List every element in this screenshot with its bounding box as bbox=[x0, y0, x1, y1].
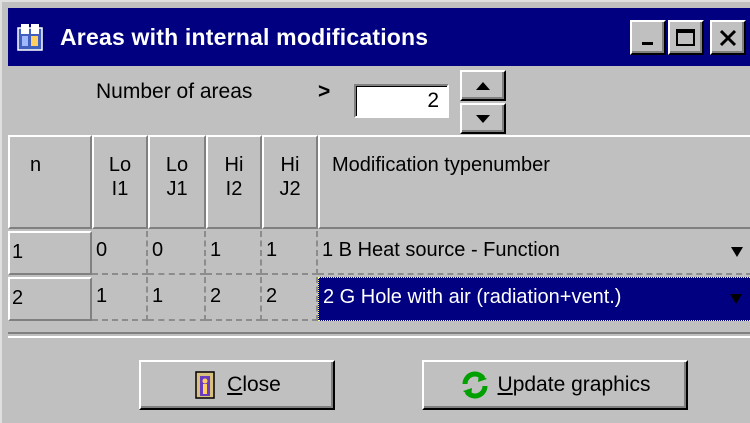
close-button-label: Close bbox=[227, 373, 281, 397]
arrow-down-icon bbox=[476, 114, 490, 123]
header-modification-type-label: Modification typenumber bbox=[332, 154, 550, 176]
row-2-type-combo[interactable]: 2 G Hole with air (radiation+vent.) bbox=[318, 277, 750, 321]
row-1-type-combo[interactable]: 1 B Heat source - Function bbox=[318, 231, 750, 275]
spin-down-button[interactable] bbox=[460, 103, 506, 134]
row-1-n[interactable]: 1 bbox=[8, 231, 92, 275]
area-count-input[interactable]: 2 bbox=[354, 84, 449, 118]
exit-door-icon bbox=[193, 370, 219, 400]
header-lo-i1: Lo I1 bbox=[92, 135, 148, 229]
row-2-lo-i1[interactable]: 1 bbox=[92, 277, 148, 321]
minimize-button[interactable] bbox=[630, 20, 666, 55]
dropdown-arrow-icon[interactable] bbox=[730, 246, 744, 258]
areas-table: n Lo I1 Lo J1 Hi I2 Hi J2 Modification t… bbox=[8, 135, 750, 325]
dropdown-arrow-icon[interactable] bbox=[729, 293, 743, 305]
close-button[interactable]: Close bbox=[139, 360, 335, 410]
header-lo-i1-line2: I1 bbox=[111, 178, 129, 200]
arrow-up-icon bbox=[476, 81, 490, 90]
spin-up-button[interactable] bbox=[460, 70, 506, 101]
row-2-lo-j1[interactable]: 1 bbox=[148, 277, 206, 321]
header-lo-i1-line1: Lo bbox=[108, 154, 132, 176]
maximize-button[interactable] bbox=[668, 20, 704, 55]
header-hi-j2: Hi J2 bbox=[262, 135, 318, 229]
header-hi-j2-line1: Hi bbox=[280, 154, 300, 176]
row-1-hi-i2[interactable]: 1 bbox=[206, 231, 262, 275]
update-rest: pdate graphics bbox=[512, 373, 651, 396]
close-rest: lose bbox=[242, 373, 281, 396]
header-modification-type: Modification typenumber bbox=[318, 135, 750, 229]
separator bbox=[8, 332, 750, 338]
row-2-n[interactable]: 2 bbox=[8, 277, 92, 321]
header-lo-j1-line1: Lo bbox=[165, 154, 189, 176]
window-title: Areas with internal modifications bbox=[60, 23, 429, 50]
header-hi-i2-line2: I2 bbox=[225, 178, 243, 200]
header-hi-i2: Hi I2 bbox=[206, 135, 262, 229]
update-button-label: Update graphics bbox=[498, 373, 651, 397]
row-2-type-value: 2 G Hole with air (radiation+vent.) bbox=[323, 286, 622, 308]
row-2-hi-j2[interactable]: 2 bbox=[262, 277, 318, 321]
refresh-icon bbox=[460, 370, 490, 400]
row-1-lo-j1[interactable]: 0 bbox=[148, 231, 206, 275]
area-count-label: Number of areas bbox=[96, 80, 253, 103]
header-lo-j1: Lo J1 bbox=[148, 135, 206, 229]
close-mnemonic: C bbox=[227, 373, 243, 396]
row-1-lo-i1[interactable]: 0 bbox=[92, 231, 148, 275]
update-mnemonic: U bbox=[497, 373, 513, 396]
dialog-window: Areas with internal modifications Number… bbox=[0, 0, 750, 423]
app-icon bbox=[14, 20, 48, 54]
header-n: n bbox=[8, 135, 92, 229]
area-count-arrow: > bbox=[318, 80, 331, 103]
row-2-hi-i2[interactable]: 2 bbox=[206, 277, 262, 321]
close-window-button[interactable] bbox=[710, 20, 746, 55]
row-1-type-value: 1 B Heat source - Function bbox=[322, 239, 560, 261]
header-lo-j1-line2: J1 bbox=[166, 178, 188, 200]
header-hi-i2-line1: Hi bbox=[224, 154, 244, 176]
area-count-row: Number of areas > 2 bbox=[8, 70, 750, 136]
header-hi-j2-line2: J2 bbox=[279, 178, 301, 200]
update-graphics-button[interactable]: Update graphics bbox=[422, 360, 688, 410]
header-n-label: n bbox=[30, 154, 42, 176]
title-bar[interactable]: Areas with internal modifications bbox=[8, 8, 750, 66]
row-1-hi-j2[interactable]: 1 bbox=[262, 231, 318, 275]
